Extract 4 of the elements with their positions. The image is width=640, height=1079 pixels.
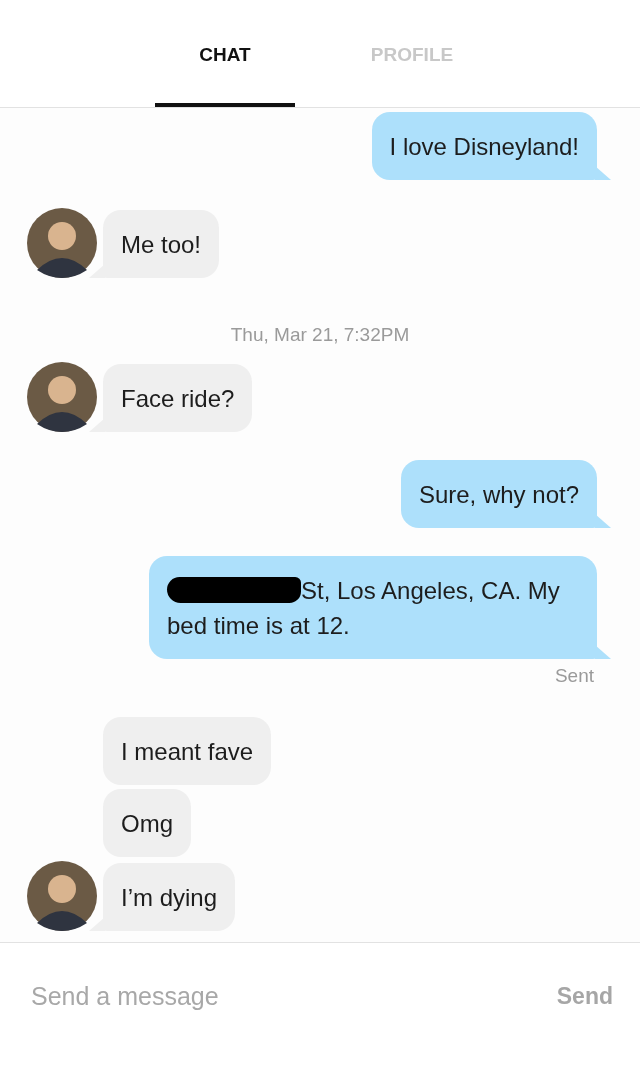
send-button[interactable]: Send bbox=[556, 978, 613, 1014]
timestamp: Thu, Mar 21, 7:32PM bbox=[230, 324, 410, 345]
delivery-status: Sent bbox=[554, 665, 594, 686]
message-input[interactable]: Send a message bbox=[31, 975, 557, 1017]
